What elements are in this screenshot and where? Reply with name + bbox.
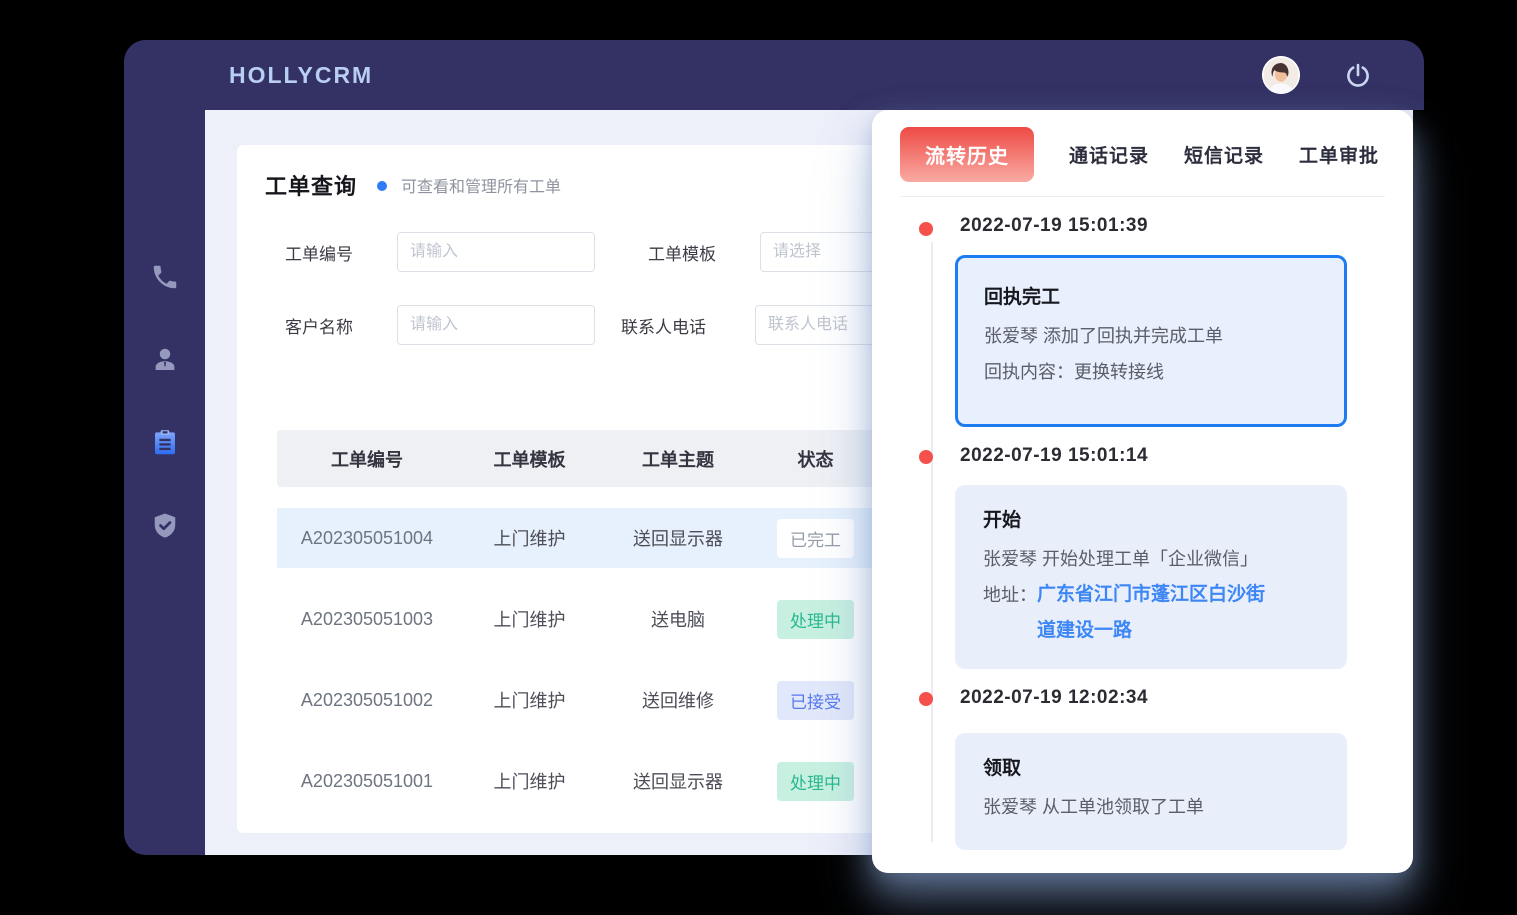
security-shield-icon[interactable]	[150, 511, 180, 541]
timeline-timestamp: 2022-07-19 15:01:14	[960, 445, 1148, 467]
screen: HOLLYCRM	[0, 0, 1517, 915]
timeline-card-line: 张爱琴 开始处理工单「企业微信」	[983, 541, 1319, 577]
subtitle-dot	[377, 181, 387, 191]
timeline-card-start[interactable]: 开始 张爱琴 开始处理工单「企业微信」 地址： 广东省江门市蓬江区白沙街道建设一…	[955, 485, 1347, 669]
user-avatar[interactable]	[1262, 56, 1300, 94]
work-order-icon[interactable]	[150, 428, 180, 458]
timeline-dot	[919, 450, 933, 464]
timeline-card-line: 张爱琴 从工单池领取了工单	[983, 789, 1319, 825]
address-link[interactable]: 广东省江门市蓬江区白沙街道建设一路	[1037, 577, 1277, 649]
cell-template: 上门维护	[457, 525, 602, 551]
tab-sms-records[interactable]: 短信记录	[1184, 141, 1264, 168]
brand-logo: HOLLYCRM	[229, 62, 373, 89]
timeline-card-title: 回执完工	[984, 282, 1318, 309]
cell-order-id: A202305051002	[277, 690, 457, 711]
timeline-timestamp: 2022-07-19 12:02:34	[960, 687, 1148, 709]
cell-status: 处理中	[754, 600, 877, 639]
page-subtitle: 可查看和管理所有工单	[401, 173, 561, 197]
tab-circulation-history[interactable]: 流转历史	[900, 127, 1034, 182]
order-id-input[interactable]	[397, 232, 595, 272]
cell-status: 已完工	[754, 519, 877, 558]
history-panel: 流转历史 通话记录 短信记录 工单审批 2022-07-19 15:01:39 …	[872, 110, 1413, 873]
col-header-status: 状态	[754, 446, 877, 472]
cell-order-id: A202305051001	[277, 771, 457, 792]
customer-name-input[interactable]	[397, 305, 595, 345]
panel-tabs: 流转历史 通话记录 短信记录 工单审批	[872, 110, 1413, 182]
status-badge: 已完工	[777, 519, 854, 558]
table-row[interactable]: A202305051002 上门维护 送回维修 已接受	[277, 670, 877, 730]
status-badge: 处理中	[777, 762, 854, 801]
sidebar	[124, 40, 205, 855]
cell-template: 上门维护	[457, 606, 602, 632]
page-header: 工单查询 可查看和管理所有工单	[265, 169, 561, 201]
cell-subject: 送回显示器	[602, 525, 754, 551]
cell-subject: 送回维修	[602, 687, 754, 713]
timeline-card-line: 回执内容：更换转接线	[984, 354, 1318, 390]
filter-label-template: 工单模板	[648, 240, 738, 265]
table-row[interactable]: A202305051004 上门维护 送回显示器 已完工	[277, 508, 877, 568]
topbar-actions	[1262, 56, 1372, 94]
table-row[interactable]: A202305051001 上门维护 送回显示器 处理中	[277, 751, 877, 811]
work-order-table: 工单编号 工单模板 工单主题 状态 A202305051004 上门维护 送回显…	[277, 430, 877, 811]
contact-icon[interactable]	[150, 345, 180, 375]
cell-template: 上门维护	[457, 768, 602, 794]
table-row[interactable]: A202305051003 上门维护 送电脑 处理中	[277, 589, 877, 649]
timeline-card-title: 领取	[983, 753, 1319, 780]
phone-icon[interactable]	[150, 262, 180, 292]
col-header-subject: 工单主题	[602, 446, 754, 472]
timeline-card-line: 张爱琴 添加了回执并完成工单	[984, 318, 1318, 354]
table-header: 工单编号 工单模板 工单主题 状态	[277, 430, 877, 487]
address-label: 地址：	[983, 577, 1037, 649]
cell-template: 上门维护	[457, 687, 602, 713]
tab-order-approval[interactable]: 工单审批	[1299, 141, 1379, 168]
timeline-timestamp: 2022-07-19 15:01:39	[960, 215, 1148, 237]
tab-call-records[interactable]: 通话记录	[1069, 141, 1149, 168]
cell-subject: 送电脑	[602, 606, 754, 632]
filter-label-order-id: 工单编号	[285, 240, 375, 265]
timeline-dot	[919, 692, 933, 706]
timeline-line	[931, 242, 933, 842]
filter-row-1: 工单编号 工单模板	[285, 232, 958, 272]
cell-order-id: A202305051003	[277, 609, 457, 630]
power-icon[interactable]	[1344, 61, 1372, 89]
filter-label-customer: 客户名称	[285, 313, 375, 338]
timeline-card-claimed[interactable]: 领取 张爱琴 从工单池领取了工单	[955, 733, 1347, 850]
filter-label-contact-phone: 联系人电话	[621, 313, 733, 338]
status-badge: 处理中	[777, 600, 854, 639]
top-bar: HOLLYCRM	[124, 40, 1424, 110]
timeline-card-completed[interactable]: 回执完工 张爱琴 添加了回执并完成工单 回执内容：更换转接线	[955, 255, 1347, 427]
filter-row-2: 客户名称 联系人电话	[285, 305, 953, 345]
timeline-address-row: 地址： 广东省江门市蓬江区白沙街道建设一路	[983, 577, 1319, 649]
col-header-template: 工单模板	[457, 446, 602, 472]
col-header-order-id: 工单编号	[277, 446, 457, 472]
timeline: 2022-07-19 15:01:39 回执完工 张爱琴 添加了回执并完成工单 …	[872, 206, 1413, 873]
cell-order-id: A202305051004	[277, 528, 457, 549]
page-title: 工单查询	[265, 169, 357, 201]
timeline-card-title: 开始	[983, 505, 1319, 532]
cell-status: 处理中	[754, 762, 877, 801]
status-badge: 已接受	[777, 681, 854, 720]
tabs-divider	[900, 196, 1385, 197]
cell-status: 已接受	[754, 681, 877, 720]
timeline-dot	[919, 222, 933, 236]
cell-subject: 送回显示器	[602, 768, 754, 794]
